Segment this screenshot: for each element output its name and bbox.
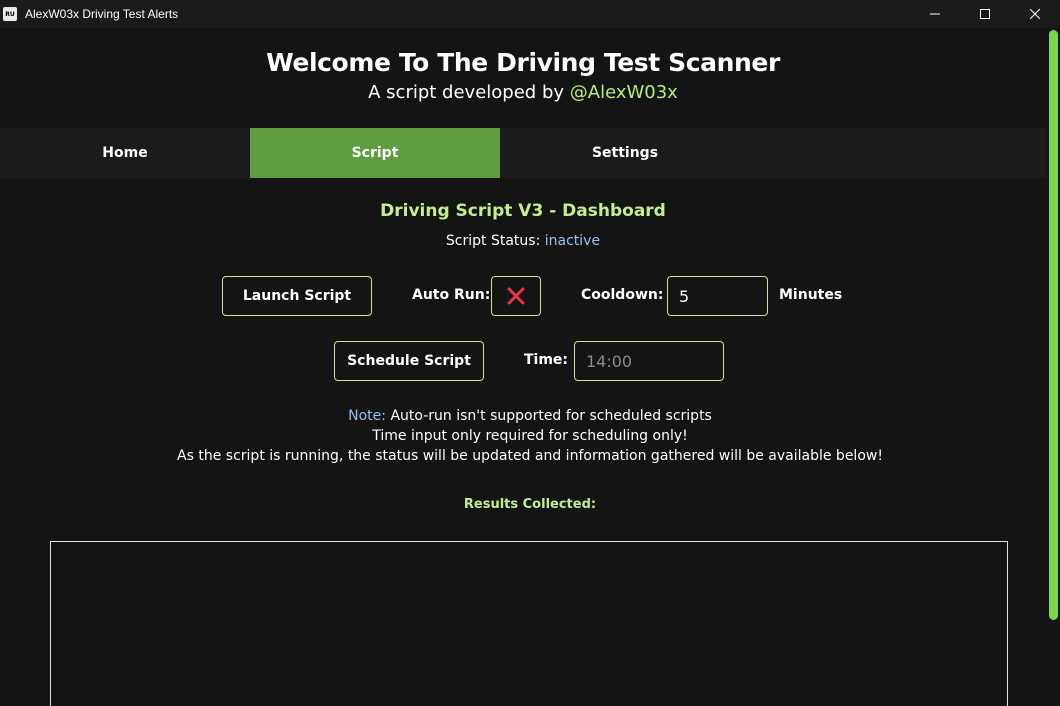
scrollbar-thumb[interactable] <box>1049 30 1058 620</box>
cooldown-label: Cooldown: <box>581 287 664 303</box>
note-line-1: Note: Auto-run isn't supported for sched… <box>0 406 1060 426</box>
tab-settings[interactable]: Settings <box>500 128 750 178</box>
time-label: Time: <box>524 352 569 368</box>
minimize-icon <box>930 13 940 15</box>
note-text-1: Auto-run isn't supported for scheduled s… <box>386 408 712 424</box>
status-badge: inactive <box>544 233 601 249</box>
window-controls <box>910 0 1060 28</box>
tab-home[interactable]: Home <box>0 128 250 178</box>
window-title: AlexW03x Driving Test Alerts <box>25 7 179 21</box>
cooldown-input[interactable]: 5 <box>667 276 768 316</box>
notes-block: Note: Auto-run isn't supported for sched… <box>0 406 1060 466</box>
close-icon <box>1030 9 1040 19</box>
page-subtitle: A script developed by @AlexW03x <box>0 82 1046 103</box>
results-title: Results Collected: <box>463 497 597 512</box>
results-panel[interactable] <box>50 541 1008 706</box>
close-button[interactable] <box>1010 0 1060 28</box>
main-nav: Home Script Settings <box>0 128 1046 178</box>
auto-run-label: Auto Run: <box>412 287 491 303</box>
schedule-script-button[interactable]: Schedule Script <box>334 341 484 381</box>
dashboard-title: Driving Script V3 - Dashboard <box>380 201 666 221</box>
subtitle-prefix: A script developed by <box>368 82 570 103</box>
app-icon: RU <box>3 7 17 21</box>
cooldown-unit-label: Minutes <box>779 287 843 303</box>
note-line-3: As the script is running, the status wil… <box>177 448 883 464</box>
status-label: Script Status: <box>445 233 545 249</box>
launch-script-button[interactable]: Launch Script <box>222 276 372 316</box>
maximize-icon <box>980 9 990 19</box>
time-input[interactable]: 14:00 <box>574 341 724 381</box>
note-line-2: Time input only required for scheduling … <box>372 428 688 444</box>
auto-run-toggle[interactable] <box>491 276 541 316</box>
tab-script[interactable]: Script <box>250 128 500 178</box>
maximize-button[interactable] <box>960 0 1010 28</box>
author-handle: @AlexW03x <box>569 82 678 103</box>
note-key: Note: <box>348 408 386 424</box>
window-titlebar: RU AlexW03x Driving Test Alerts <box>0 0 1060 28</box>
script-status: Script Status: inactive <box>0 233 1046 249</box>
cross-icon <box>507 287 525 305</box>
page-title: Welcome To The Driving Test Scanner <box>266 48 780 77</box>
page-header: Welcome To The Driving Test Scanner A sc… <box>0 28 1046 128</box>
minimize-button[interactable] <box>910 0 960 28</box>
